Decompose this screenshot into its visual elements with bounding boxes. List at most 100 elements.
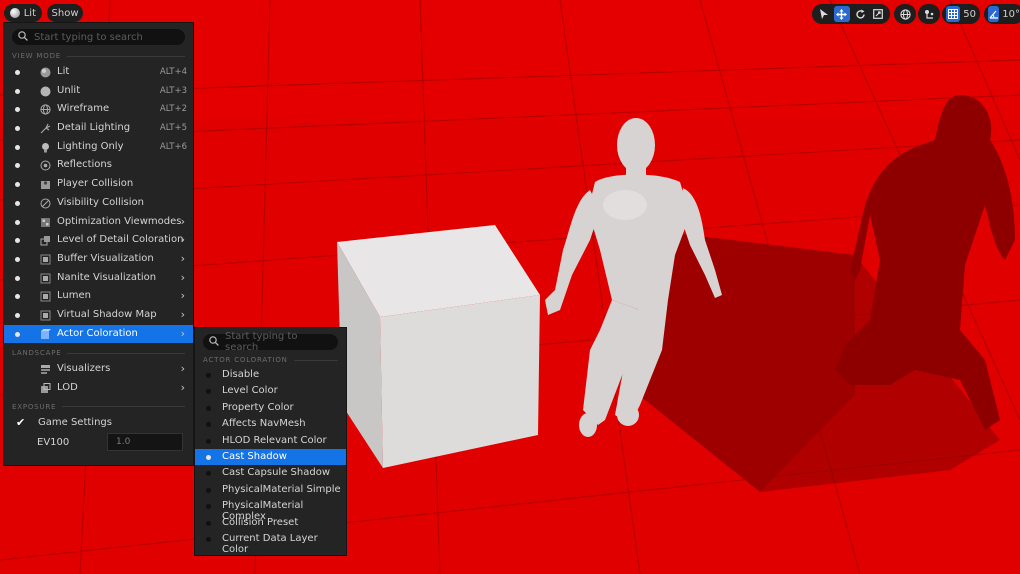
lod-icon — [40, 383, 51, 394]
radio-dot-icon — [206, 454, 211, 460]
radio-dot-icon — [15, 163, 20, 169]
transform-tools — [812, 4, 890, 24]
view-mode-item[interactable]: Lit ALT+4 — [4, 63, 193, 82]
view-mode-item[interactable]: Reflections — [4, 156, 193, 175]
view-mode-item[interactable]: Optimization Viewmodes › — [4, 213, 193, 232]
actor-coloration-label: Cast Capsule Shadow — [222, 467, 330, 479]
shortcut-label: ALT+6 — [159, 141, 187, 152]
radio-dot-icon — [15, 219, 20, 225]
rotate-icon[interactable] — [853, 6, 868, 22]
view-mode-item[interactable]: Lighting Only ALT+6 — [4, 138, 193, 157]
view-mode-item[interactable]: Nanite Visualization › — [4, 269, 193, 288]
actor-coloration-item[interactable]: Affects NavMesh — [195, 416, 346, 432]
checkmark-icon[interactable]: ✔ — [16, 417, 27, 428]
view-mode-item[interactable]: Actor Coloration › — [4, 324, 193, 344]
landscape-list: Visualizers › LOD › — [4, 360, 193, 397]
radio-dot-icon — [206, 389, 211, 395]
shadow-map-icon — [40, 310, 51, 321]
shortcut-label: ALT+4 — [159, 67, 187, 77]
actor-coloration-item[interactable]: Collision Preset — [195, 515, 346, 531]
radio-dot-icon — [15, 182, 20, 188]
grid-snap-control[interactable]: 50 — [942, 4, 980, 24]
landscape-item-label: Visualizers — [57, 363, 111, 375]
radio-dot-icon — [206, 520, 211, 526]
radio-dot-icon — [206, 536, 211, 542]
actor-coloration-label: Cast Shadow — [222, 450, 287, 462]
submenu-search-field[interactable]: Start typing to search — [203, 331, 338, 353]
game-settings-label: Game Settings — [38, 416, 112, 428]
actor-coloration-item[interactable]: HLOD Relevant Color — [195, 433, 346, 449]
radio-dot-icon — [206, 487, 211, 493]
view-mode-item[interactable]: Detail Lighting ALT+5 — [4, 119, 193, 138]
chevron-right-icon: › — [180, 270, 185, 284]
show-label: Show — [51, 7, 79, 19]
radio-dot-icon — [15, 331, 20, 337]
visualizers-icon — [40, 364, 51, 375]
actor-coloration-item[interactable]: PhysicalMaterial Complex — [195, 498, 346, 522]
radio-dot-icon — [206, 422, 211, 428]
actor-coloration-item[interactable]: Current Data Layer Color — [195, 531, 346, 555]
view-mode-item[interactable]: Visibility Collision — [4, 194, 193, 213]
view-mode-menu: Start typing to search VIEW MODE Lit ALT+… — [3, 22, 194, 466]
select-mode-icon[interactable] — [816, 6, 831, 22]
rotation-snap-control[interactable]: 10° — [984, 4, 1020, 24]
view-mode-label: Wireframe — [57, 103, 110, 115]
landscape-item-label: LOD — [57, 382, 78, 393]
radio-dot-icon — [15, 312, 20, 318]
ev100-input[interactable]: 1.0 — [107, 433, 183, 452]
view-mode-label: Nanite Visualization — [57, 271, 157, 283]
landscape-item[interactable]: Visualizers › — [4, 360, 193, 379]
view-mode-label: Lit — [57, 66, 70, 77]
menu-search-field[interactable]: Start typing to search — [12, 29, 185, 45]
actor-coloration-item[interactable]: Cast Capsule Shadow — [195, 465, 346, 481]
search-placeholder: Start typing to search — [225, 331, 298, 353]
radio-dot-icon — [15, 144, 20, 150]
buffer-icon — [40, 254, 51, 265]
chevron-right-icon: › — [180, 381, 185, 394]
view-mode-item[interactable]: Virtual Shadow Map › — [4, 306, 193, 325]
radio-dot-icon — [15, 70, 20, 75]
show-button[interactable]: Show — [47, 4, 83, 22]
view-mode-item[interactable]: Unlit ALT+3 — [4, 82, 193, 101]
landscape-item[interactable]: LOD › — [4, 379, 193, 398]
actor-coloration-list: Disable Level Color Property Color Affects … — [195, 367, 346, 555]
shortcut-label: ALT+2 — [159, 104, 187, 115]
lit-sphere-icon — [40, 67, 51, 78]
radio-dot-icon — [206, 471, 211, 477]
view-mode-list: Lit ALT+4 Unlit ALT+3 Wireframe ALT+2 Detail L… — [4, 63, 193, 344]
view-mode-button[interactable]: Lit — [4, 4, 42, 22]
actor-coloration-label: Current Data Layer Color — [222, 532, 318, 555]
view-mode-item[interactable]: Buffer Visualization › — [4, 250, 193, 269]
lumen-icon — [40, 291, 51, 302]
view-mode-item[interactable]: Level of Detail Coloration › — [4, 231, 193, 250]
radio-dot-icon — [15, 275, 20, 281]
chevron-right-icon: › — [180, 251, 185, 265]
actor-coloration-item[interactable]: PhysicalMaterial Simple — [195, 482, 346, 498]
view-mode-label: Lighting Only — [57, 140, 124, 152]
translate-icon[interactable] — [834, 6, 850, 22]
nanite-icon — [40, 273, 51, 284]
rotation-snap-icon — [988, 6, 1000, 22]
surface-snap-toggle[interactable] — [918, 4, 940, 24]
world-local-toggle[interactable] — [894, 4, 916, 24]
game-settings-item[interactable]: ✔ Game Settings — [4, 414, 193, 433]
actor-coloration-item[interactable]: Disable — [195, 367, 346, 383]
view-mode-label: Virtual Shadow Map — [57, 308, 157, 320]
actor-coloration-item[interactable]: Level Color — [195, 383, 346, 399]
view-mode-item[interactable]: Player Collision — [4, 175, 193, 194]
globe-icon — [897, 6, 913, 22]
view-mode-label: Optimization Viewmodes — [57, 215, 182, 227]
rotation-snap-value: 10° — [1002, 8, 1020, 20]
radio-dot-icon — [206, 504, 211, 510]
section-landscape: LANDSCAPE — [4, 346, 193, 360]
view-mode-item[interactable]: Lumen › — [4, 287, 193, 306]
view-mode-label: Lit — [23, 7, 36, 19]
lod-coloration-icon — [40, 235, 51, 246]
actor-coloration-item[interactable]: Cast Shadow — [195, 448, 346, 466]
scale-icon[interactable] — [871, 6, 886, 22]
actor-coloration-item[interactable]: Property Color — [195, 400, 346, 416]
view-mode-item[interactable]: Wireframe ALT+2 — [4, 100, 193, 119]
radio-dot-icon — [15, 256, 20, 262]
actor-coloration-label: HLOD Relevant Color — [222, 434, 327, 446]
view-mode-label: Visibility Collision — [57, 196, 144, 208]
